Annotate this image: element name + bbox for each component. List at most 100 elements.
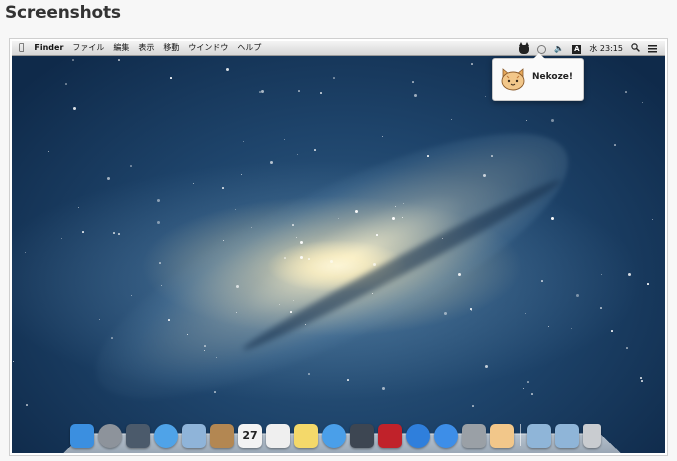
reminders-icon[interactable] <box>266 424 290 448</box>
menu-clock[interactable]: 水 23:15 <box>589 44 623 54</box>
star <box>204 345 206 347</box>
menu-help[interactable]: ヘルプ <box>237 43 261 53</box>
star <box>82 231 84 233</box>
star <box>402 217 403 218</box>
star <box>308 258 310 260</box>
star <box>284 139 285 140</box>
menu-file[interactable]: ファイル <box>72 43 104 53</box>
star <box>395 206 396 207</box>
contacts-icon[interactable] <box>210 424 234 448</box>
star <box>170 77 172 79</box>
star <box>640 377 642 379</box>
star <box>290 311 292 313</box>
star <box>526 120 527 121</box>
menu-finder[interactable]: Finder <box>34 43 63 53</box>
volume-icon[interactable]: 🔈 <box>554 44 564 54</box>
menu-edit[interactable]: 編集 <box>113 43 129 53</box>
launchpad-icon[interactable] <box>98 424 122 448</box>
calendar-icon[interactable]: 27 <box>238 424 262 448</box>
star <box>204 350 205 351</box>
mail-icon[interactable] <box>182 424 206 448</box>
menu-window[interactable]: ウインドウ <box>188 43 228 53</box>
star <box>236 312 237 313</box>
nekoze-icon[interactable] <box>490 424 514 448</box>
star <box>330 260 333 263</box>
star <box>625 91 627 93</box>
popup-label: Nekoze! <box>532 72 574 82</box>
star <box>297 154 298 155</box>
star <box>26 404 28 406</box>
star <box>279 304 280 305</box>
star <box>451 119 452 120</box>
star <box>308 373 310 375</box>
star <box>551 217 554 220</box>
nekoze-popup: Nekoze! <box>492 53 584 101</box>
trash-icon[interactable] <box>583 424 601 448</box>
star <box>444 312 447 315</box>
star <box>222 187 224 189</box>
star <box>626 347 628 349</box>
star <box>611 330 613 332</box>
menu-go[interactable]: 移動 <box>163 43 179 53</box>
star <box>292 224 294 226</box>
mission-control-icon[interactable] <box>126 424 150 448</box>
photo-booth-icon[interactable] <box>378 424 402 448</box>
menu-view[interactable]: 表示 <box>138 43 154 53</box>
star <box>13 361 14 362</box>
itunes-icon[interactable] <box>406 424 430 448</box>
facetime-icon[interactable] <box>350 424 374 448</box>
star <box>314 149 316 151</box>
safari-icon[interactable] <box>154 424 178 448</box>
star <box>65 83 67 85</box>
star <box>471 63 473 65</box>
star <box>392 217 395 220</box>
star <box>243 141 244 142</box>
dock-separator <box>520 424 521 446</box>
messages-icon[interactable] <box>322 424 346 448</box>
app-store-icon[interactable] <box>434 424 458 448</box>
star <box>73 107 76 110</box>
page: Screenshots  Finder ファイル 編集 表示 移動 ウインドウ… <box>0 0 677 461</box>
star <box>412 81 414 83</box>
input-source-icon[interactable]: A <box>572 44 582 54</box>
menu-bar-left:  Finder ファイル 編集 表示 移動 ウインドウ ヘルプ <box>19 43 270 53</box>
star <box>427 155 429 157</box>
star <box>118 233 120 235</box>
star <box>571 328 572 329</box>
star <box>235 209 236 210</box>
spotlight-search-icon[interactable] <box>631 43 640 55</box>
star <box>531 393 533 395</box>
dock: 27 <box>70 418 605 448</box>
star <box>111 337 113 339</box>
notification-center-icon[interactable] <box>648 45 657 53</box>
star <box>376 234 378 236</box>
star <box>333 77 335 79</box>
notes-icon[interactable] <box>294 424 318 448</box>
star <box>523 388 524 389</box>
star <box>216 357 217 358</box>
system-preferences-icon[interactable] <box>462 424 486 448</box>
star <box>601 274 602 275</box>
star <box>157 199 160 202</box>
star <box>347 379 349 381</box>
finder-icon[interactable] <box>70 424 94 448</box>
star <box>642 102 643 103</box>
star <box>214 391 216 393</box>
star <box>320 92 322 94</box>
apple-menu-icon[interactable]:  <box>19 43 24 53</box>
star <box>483 174 486 177</box>
star <box>300 256 303 259</box>
star <box>458 273 461 276</box>
star <box>193 183 194 184</box>
downloads-folder-icon[interactable] <box>555 424 579 448</box>
star <box>270 161 273 164</box>
applications-folder-icon[interactable] <box>527 424 551 448</box>
nekoze-cat-icon[interactable] <box>519 41 530 54</box>
star <box>485 365 488 368</box>
star <box>130 165 132 167</box>
star <box>113 232 115 234</box>
star <box>72 59 74 61</box>
star <box>187 334 188 335</box>
star <box>161 285 162 286</box>
star <box>259 91 261 93</box>
